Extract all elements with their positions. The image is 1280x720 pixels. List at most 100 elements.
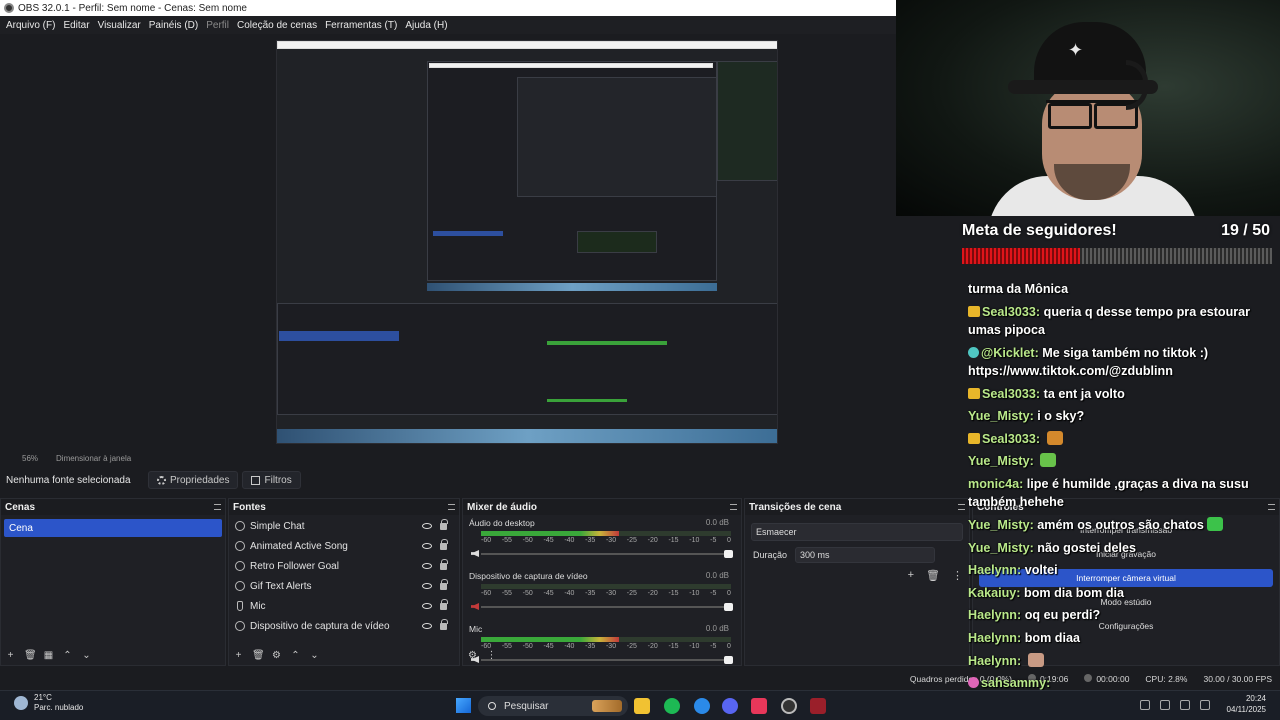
trash-icon[interactable]: 🗑 (926, 569, 940, 582)
volume-knob[interactable] (724, 550, 733, 558)
volume-slider[interactable] (481, 550, 733, 558)
volume-knob[interactable] (724, 656, 733, 664)
add-source-button[interactable]: + (233, 650, 244, 661)
eye-icon[interactable] (422, 563, 432, 569)
meter-tick: -55 (501, 590, 512, 597)
eye-icon[interactable] (422, 543, 432, 549)
lock-icon[interactable] (440, 518, 448, 530)
lock-icon[interactable] (440, 538, 448, 550)
obs-taskbar-icon[interactable] (781, 698, 797, 714)
eye-icon[interactable] (422, 623, 432, 629)
dock-menu-icon[interactable] (214, 504, 221, 510)
dock-menu-icon[interactable] (958, 504, 965, 510)
eye-icon[interactable] (422, 603, 432, 609)
eye-icon[interactable] (422, 583, 432, 589)
lock-icon[interactable] (440, 618, 448, 630)
level-fill (481, 637, 619, 642)
chat-text: oq eu perdi? (1024, 608, 1101, 623)
transitions-title: Transições de cena (749, 501, 842, 513)
menu-item[interactable]: Coleção de cenas (233, 20, 321, 31)
app-icon[interactable] (810, 698, 826, 714)
filters-button[interactable]: Filtros (242, 471, 301, 489)
meter-tick: -40 (564, 537, 575, 544)
properties-label: Propriedades (170, 474, 230, 486)
dock-menu-icon[interactable] (448, 504, 455, 510)
meter-tick: -5 (710, 590, 717, 597)
meter-tick: 0 (727, 537, 731, 544)
source-row[interactable]: Mic (229, 596, 459, 616)
menu-item[interactable]: Perfil (202, 20, 233, 31)
duration-input[interactable]: 300 ms (795, 547, 936, 563)
menu-item[interactable]: Ajuda (H) (401, 20, 451, 31)
meter-tick: -50 (522, 590, 533, 597)
move-down-icon[interactable]: ⌄ (81, 650, 92, 661)
meter-ticks: -60 -55 -50 -45 -40 -35 -30 -25 -20 -15 -10 -5 0 (481, 590, 731, 597)
badge-icon (968, 387, 980, 399)
muted-speaker-icon[interactable] (471, 603, 479, 610)
volume-icon[interactable] (1180, 700, 1190, 710)
weather-widget[interactable]: 21°C Parc. nublado (14, 693, 83, 713)
more-icon[interactable]: ⋮ (952, 569, 963, 582)
scene-item[interactable]: Cena (4, 519, 222, 537)
more-icon[interactable]: ⋮ (486, 650, 497, 661)
clock[interactable]: 20:24 04/11/2025 (1227, 693, 1266, 715)
battery-icon[interactable] (1200, 700, 1210, 710)
speaker-icon[interactable] (471, 550, 479, 557)
window-title: OBS 32.0.1 - Perfil: Sem nome - Cenas: S… (18, 2, 247, 14)
source-row[interactable]: Animated Active Song (229, 536, 459, 556)
trash-icon[interactable]: 🗑 (252, 650, 265, 661)
meter-tick: -30 (605, 643, 617, 650)
taskbar-search[interactable]: Pesquisar (478, 696, 628, 716)
transition-select[interactable]: Esmaecer (751, 523, 963, 541)
menu-item[interactable]: Painéis (D) (145, 20, 202, 31)
menu-item[interactable]: Editar (59, 20, 93, 31)
move-up-icon[interactable]: ⌃ (290, 650, 301, 661)
preview-canvas[interactable] (276, 40, 778, 444)
meter-tick: -15 (668, 537, 679, 544)
search-icon (488, 702, 496, 710)
windows-start-icon[interactable] (456, 698, 471, 713)
eye-icon[interactable] (422, 523, 432, 529)
volume-slider[interactable] (481, 656, 733, 664)
meter-tick: -50 (522, 537, 533, 544)
source-row[interactable]: Retro Follower Goal (229, 556, 459, 576)
move-up-icon[interactable]: ⌃ (62, 650, 73, 661)
dock-menu-icon[interactable] (730, 504, 737, 510)
sources-header: Fontes (229, 499, 459, 515)
gear-icon[interactable]: ⚙ (467, 650, 478, 661)
source-row[interactable]: Dispositivo de captura de vídeo (229, 616, 459, 636)
source-row[interactable]: Gif Text Alerts (229, 576, 459, 596)
tiktok-icon[interactable] (751, 698, 767, 714)
chat-text: ta ent ja volto (1043, 386, 1125, 401)
meter-tick: -60 (481, 537, 492, 544)
lock-icon[interactable] (440, 578, 448, 590)
move-down-icon[interactable]: ⌄ (309, 650, 320, 661)
lock-icon[interactable] (440, 558, 448, 570)
camera-icon (235, 621, 245, 631)
chat-message: Kakaiuy: bom dia bom dia (968, 582, 1280, 605)
gear-icon[interactable]: ⚙ (271, 650, 282, 661)
edge-icon[interactable] (694, 698, 710, 714)
menu-item[interactable]: Visualizar (94, 20, 145, 31)
network-icon[interactable] (1160, 700, 1170, 710)
source-row[interactable]: Simple Chat (229, 516, 459, 536)
resize-mode[interactable]: Dimensionar à janela (56, 454, 131, 463)
volume-knob[interactable] (724, 603, 733, 611)
trash-icon[interactable]: 🗑 (24, 650, 37, 661)
add-transition-button[interactable]: + (908, 569, 914, 582)
source-list: Simple Chat Animated Active Song Retro Fol… (229, 515, 459, 636)
volume-slider[interactable] (481, 603, 733, 611)
properties-button[interactable]: Propriedades (148, 471, 239, 489)
lock-icon[interactable] (440, 598, 448, 610)
file-explorer-icon[interactable] (634, 698, 650, 714)
filter-scene-icon[interactable]: ▦ (43, 650, 54, 661)
menu-item[interactable]: Arquivo (F) (2, 20, 59, 31)
chevron-up-icon[interactable] (1140, 700, 1150, 710)
spotify-icon[interactable] (664, 698, 680, 714)
add-scene-button[interactable]: + (5, 650, 16, 661)
meter-tick: -30 (605, 590, 617, 597)
menu-item[interactable]: Ferramentas (T) (321, 20, 401, 31)
title-bar: OBS 32.0.1 - Perfil: Sem nome - Cenas: S… (0, 0, 896, 16)
discord-icon[interactable] (722, 698, 738, 714)
zoom-level[interactable]: 56% (22, 454, 38, 463)
